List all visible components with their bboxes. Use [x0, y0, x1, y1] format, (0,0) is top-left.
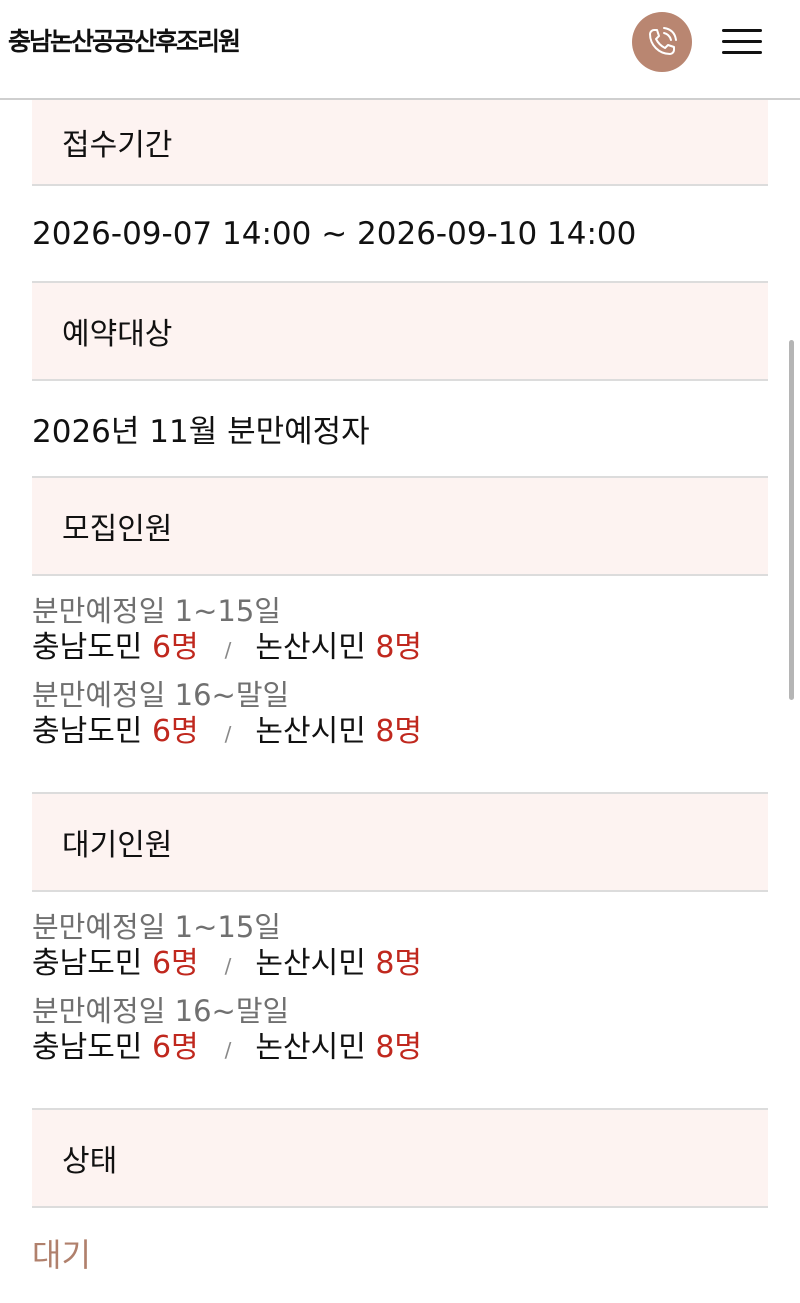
province-count: 6명 — [151, 1030, 199, 1065]
city-label: 논산시민 — [255, 714, 366, 749]
due-date-range-label: 분만예정일 1~15일 — [32, 594, 281, 628]
province-label: 충남도민 — [32, 630, 143, 665]
city-count: 8명 — [375, 714, 423, 749]
menu-bar-bottom — [722, 51, 762, 54]
province-label: 충남도민 — [32, 946, 143, 981]
call-button[interactable] — [632, 12, 692, 72]
top-header: 충남논산공공산후조리원 — [0, 0, 800, 100]
due-date-range-label: 분만예정일 16~말일 — [32, 994, 290, 1028]
separator: / — [224, 638, 232, 662]
province-label: 충남도민 — [32, 714, 143, 749]
status-heading: 상태 — [32, 1110, 768, 1208]
province-label: 충남도민 — [32, 1030, 143, 1065]
target-heading: 예약대상 — [32, 283, 768, 381]
waiting-heading: 대기인원 — [32, 794, 768, 892]
waiting-group-late: 분만예정일 16~말일 충남도민 6명 / 논산시민 8명 — [32, 994, 768, 1070]
separator: / — [224, 954, 232, 978]
due-date-range-label: 분만예정일 16~말일 — [32, 678, 290, 712]
recruit-group-late: 분만예정일 16~말일 충남도민 6명 / 논산시민 8명 — [32, 678, 768, 754]
city-count: 8명 — [375, 1030, 423, 1065]
waiting-group-early: 분만예정일 1~15일 충남도민 6명 / 논산시민 8명 — [32, 910, 768, 986]
phone-icon — [649, 27, 677, 55]
waiting-body: 분만예정일 1~15일 충남도민 6명 / 논산시민 8명 분만예정일 16~말… — [32, 892, 768, 1110]
recruit-heading: 모집인원 — [32, 478, 768, 576]
menu-bar-middle — [722, 40, 762, 43]
recruit-group-early: 분만예정일 1~15일 충남도민 6명 / 논산시민 8명 — [32, 594, 768, 670]
period-heading: 접수기간 — [32, 100, 768, 186]
province-count: 6명 — [151, 946, 199, 981]
status-value: 대기 — [32, 1236, 91, 1274]
vertical-scrollbar[interactable] — [789, 340, 794, 700]
city-label: 논산시민 — [255, 946, 366, 981]
period-value: 2026-09-07 14:00 ~ 2026-09-10 14:00 — [32, 186, 768, 283]
target-value: 2026년 11월 분만예정자 — [32, 381, 768, 478]
city-label: 논산시민 — [255, 630, 366, 665]
quota-line: 충남도민 6명 / 논산시민 8명 — [32, 1028, 768, 1070]
quota-line: 충남도민 6명 / 논산시민 8명 — [32, 712, 768, 754]
quota-line: 충남도민 6명 / 논산시민 8명 — [32, 944, 768, 986]
reservation-info: 접수기간 2026-09-07 14:00 ~ 2026-09-10 14:00… — [32, 100, 768, 1298]
province-count: 6명 — [151, 630, 199, 665]
site-logo[interactable]: 충남논산공공산후조리원 — [8, 22, 241, 58]
province-count: 6명 — [151, 714, 199, 749]
menu-bar-top — [722, 29, 762, 32]
separator: / — [224, 722, 232, 746]
recruit-body: 분만예정일 1~15일 충남도민 6명 / 논산시민 8명 분만예정일 16~말… — [32, 576, 768, 794]
city-count: 8명 — [375, 630, 423, 665]
quota-line: 충남도민 6명 / 논산시민 8명 — [32, 628, 768, 670]
due-date-range-label: 분만예정일 1~15일 — [32, 910, 281, 944]
hamburger-menu-button[interactable] — [720, 25, 764, 57]
city-count: 8명 — [375, 946, 423, 981]
separator: / — [224, 1038, 232, 1062]
city-label: 논산시민 — [255, 1030, 366, 1065]
